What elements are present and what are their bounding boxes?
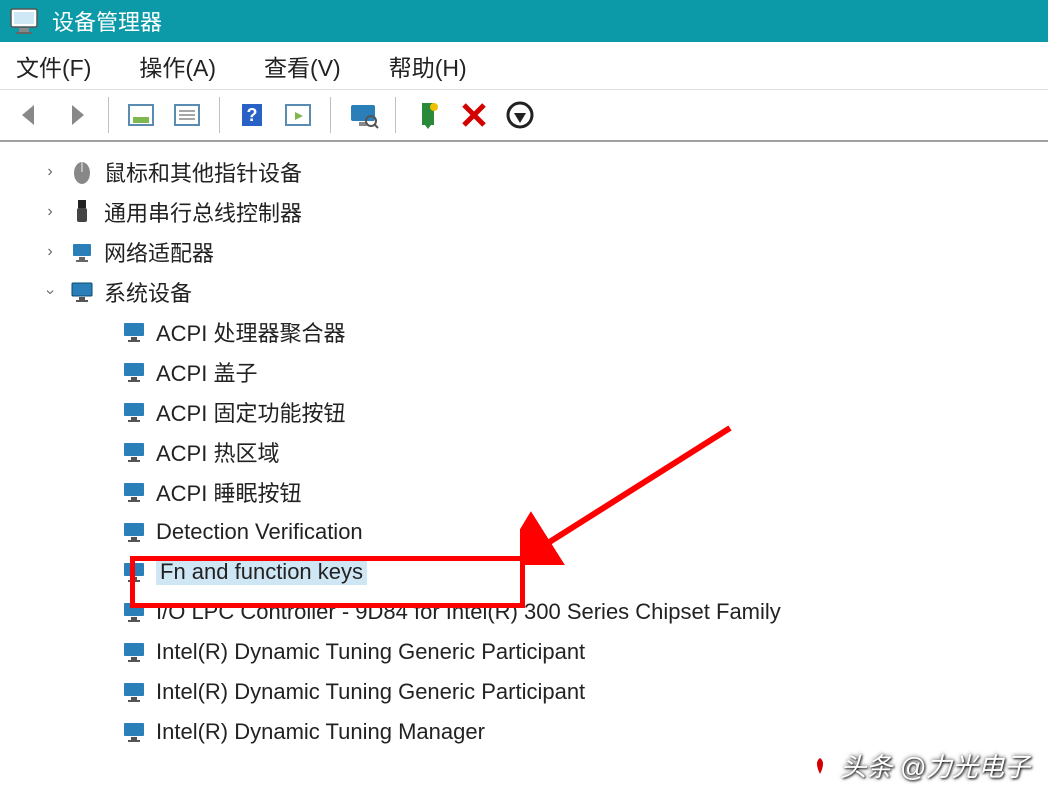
tree-child-item[interactable]: I/O LPC Controller - 9D84 for Intel(R) 3… <box>120 592 1048 632</box>
tree-node-label: 系统设备 <box>104 276 192 308</box>
tree-node-network[interactable]: › 网络适配器 <box>40 232 1048 272</box>
tree-node-label: ACPI 固定功能按钮 <box>156 396 345 428</box>
menu-file[interactable]: 文件(F) <box>16 49 91 83</box>
tree-node-mouse[interactable]: › 鼠标和其他指针设备 <box>40 152 1048 192</box>
update-driver-button[interactable] <box>408 95 448 135</box>
toolbar-separator <box>330 97 331 133</box>
forward-button[interactable] <box>56 95 96 135</box>
tree-child-item[interactable]: ACPI 固定功能按钮 <box>120 392 1048 432</box>
monitor-icon <box>120 478 148 506</box>
system-devices-children: ACPI 处理器聚合器 ACPI 盖子 ACPI 固定功能按钮 ACPI 热区域… <box>120 312 1048 752</box>
monitor-icon <box>120 358 148 386</box>
toolbar-separator <box>395 97 396 133</box>
tree-node-label: Intel(R) Dynamic Tuning Manager <box>156 719 485 745</box>
tree-node-label: Detection Verification <box>156 519 363 545</box>
tree-node-system-devices[interactable]: › 系统设备 <box>40 272 1048 312</box>
expand-icon[interactable]: › <box>40 163 60 181</box>
show-hidden-button[interactable] <box>121 95 161 135</box>
back-button[interactable] <box>10 95 50 135</box>
tree-node-label: ACPI 盖子 <box>156 356 257 388</box>
scan-button[interactable] <box>278 95 318 135</box>
monitor-icon <box>120 518 148 546</box>
mouse-icon <box>68 158 96 186</box>
tree-node-label: ACPI 热区域 <box>156 436 279 468</box>
monitor-tool-button[interactable] <box>343 95 383 135</box>
menu-bar: 文件(F) 操作(A) 查看(V) 帮助(H) <box>0 42 1048 90</box>
app-icon <box>8 5 40 37</box>
tree-node-label: Intel(R) Dynamic Tuning Generic Particip… <box>156 639 585 665</box>
monitor-icon <box>120 398 148 426</box>
monitor-icon <box>120 638 148 666</box>
toolbar-separator <box>108 97 109 133</box>
tree-child-item[interactable]: Intel(R) Dynamic Tuning Generic Particip… <box>120 672 1048 712</box>
tree-node-label: Intel(R) Dynamic Tuning Generic Particip… <box>156 679 585 705</box>
usb-icon <box>68 198 96 226</box>
tree-child-item[interactable]: ACPI 处理器聚合器 <box>120 312 1048 352</box>
watermark: 头条 @力光电子 <box>806 747 1030 784</box>
tree-child-item[interactable]: ACPI 热区域 <box>120 432 1048 472</box>
tree-child-item[interactable]: Detection Verification <box>120 512 1048 552</box>
monitor-icon <box>68 278 96 306</box>
tree-child-item[interactable]: ACPI 睡眠按钮 <box>120 472 1048 512</box>
tree-child-item[interactable]: Intel(R) Dynamic Tuning Manager <box>120 712 1048 752</box>
title-bar: 设备管理器 <box>0 0 1048 42</box>
svg-text:?: ? <box>247 105 258 125</box>
tree-child-item[interactable]: ACPI 盖子 <box>120 352 1048 392</box>
properties-button[interactable] <box>167 95 207 135</box>
monitor-icon <box>120 558 148 586</box>
monitor-icon <box>120 678 148 706</box>
help-button[interactable]: ? <box>232 95 272 135</box>
tree-node-label: 通用串行总线控制器 <box>104 196 302 228</box>
tree-child-item[interactable]: Intel(R) Dynamic Tuning Generic Particip… <box>120 632 1048 672</box>
tree-node-label: I/O LPC Controller - 9D84 for Intel(R) 3… <box>156 599 781 625</box>
expand-icon[interactable]: › <box>40 243 60 261</box>
menu-action[interactable]: 操作(A) <box>139 49 216 83</box>
toolbar: ? <box>0 90 1048 142</box>
window-title: 设备管理器 <box>52 5 162 37</box>
tree-node-label: 网络适配器 <box>104 236 214 268</box>
tree-node-label: 鼠标和其他指针设备 <box>104 156 302 188</box>
monitor-icon <box>120 718 148 746</box>
collapse-icon[interactable]: › <box>41 282 59 302</box>
tree-node-label: Fn and function keys <box>156 559 367 585</box>
menu-help[interactable]: 帮助(H) <box>389 49 467 83</box>
disable-button[interactable] <box>500 95 540 135</box>
tree-child-fn-keys[interactable]: Fn and function keys <box>120 552 1048 592</box>
tree-node-label: ACPI 睡眠按钮 <box>156 476 301 508</box>
toolbar-separator <box>219 97 220 133</box>
menu-view[interactable]: 查看(V) <box>264 49 341 83</box>
tree-node-usb[interactable]: › 通用串行总线控制器 <box>40 192 1048 232</box>
device-tree: › 鼠标和其他指针设备 › 通用串行总线控制器 › 网络适配器 › 系统设备 A… <box>0 142 1048 752</box>
network-icon <box>68 238 96 266</box>
tree-node-label: ACPI 处理器聚合器 <box>156 316 345 348</box>
watermark-logo-icon <box>806 752 834 780</box>
monitor-icon <box>120 438 148 466</box>
watermark-text: 头条 @力光电子 <box>840 747 1030 784</box>
uninstall-button[interactable] <box>454 95 494 135</box>
expand-icon[interactable]: › <box>40 203 60 221</box>
monitor-icon <box>120 318 148 346</box>
monitor-icon <box>120 598 148 626</box>
